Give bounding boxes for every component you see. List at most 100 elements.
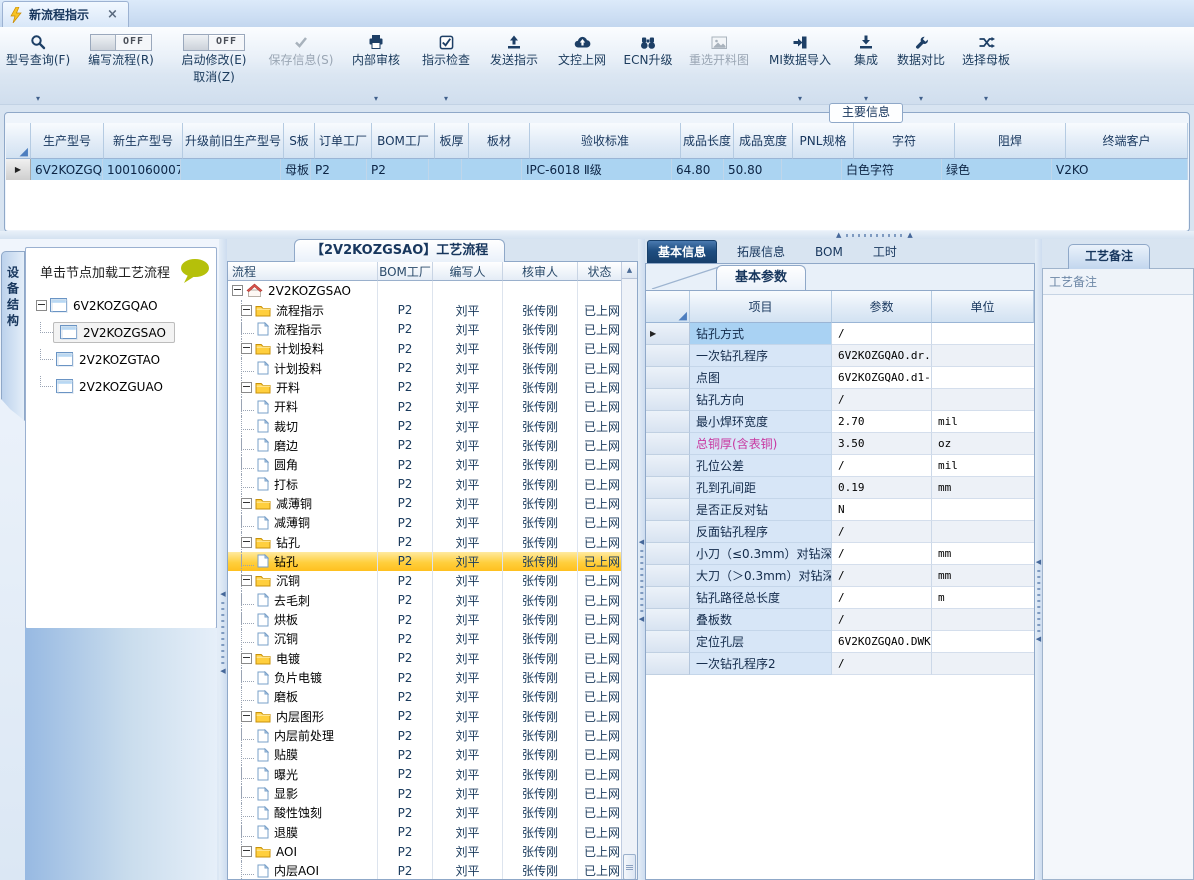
toolbar-item-7[interactable]: 发送指示 bbox=[480, 27, 548, 104]
process-row[interactable]: 2V2KOZGSAO bbox=[228, 281, 622, 301]
parameter-row[interactable]: 是否正反对钻 N bbox=[646, 499, 1034, 521]
splitter-grip[interactable] bbox=[1036, 570, 1040, 632]
toolbar-item-2[interactable]: OFF 编写流程(R) bbox=[76, 27, 166, 104]
param-col-header[interactable]: 项目 bbox=[690, 291, 832, 323]
chevron-down-icon[interactable]: ▾ bbox=[984, 95, 988, 103]
process-col-header[interactable]: 编写人 bbox=[433, 262, 503, 281]
process-row[interactable]: 烘板 P2 刘平 张传刚 已上网 bbox=[228, 609, 622, 630]
vertical-splitter-left[interactable]: ◀ ◀ bbox=[219, 239, 227, 880]
toggle-off-switch[interactable]: OFF bbox=[90, 33, 152, 51]
process-col-header[interactable]: 状态 bbox=[578, 262, 622, 281]
tab-device-structure[interactable]: 设备结构 bbox=[1, 251, 25, 421]
toolbar-item-second-label[interactable]: 取消(Z) bbox=[193, 69, 235, 85]
tab-process-notes[interactable]: 工艺备注 bbox=[1068, 244, 1151, 269]
process-notes-body[interactable] bbox=[1043, 295, 1193, 875]
tab-new-process-instruction[interactable]: 新流程指示 × bbox=[2, 1, 129, 27]
param-value-cell[interactable]: / bbox=[832, 543, 932, 565]
toolbar-item-12[interactable]: 集成 ▾ bbox=[842, 27, 890, 104]
main-grid-cell[interactable]: IPC-6018 Ⅱ级 bbox=[522, 159, 672, 180]
toolbar-item-14[interactable]: 选择母板 ▾ bbox=[952, 27, 1020, 104]
param-value-cell[interactable]: 6V2KOZGQAO.dr... bbox=[832, 345, 932, 367]
process-row[interactable]: 减薄铜 P2 刘平 张传刚 已上网 bbox=[228, 513, 622, 533]
main-grid-cell[interactable]: 10010600074340 bbox=[103, 159, 181, 180]
parameter-row[interactable]: 叠板数 / bbox=[646, 609, 1034, 631]
device-tree-node[interactable]: 6V2KOZGQAO bbox=[26, 292, 216, 319]
main-grid-col-header[interactable]: 新生产型号 bbox=[104, 123, 183, 159]
process-row[interactable]: 钻孔 P2 刘平 张传刚 已上网 bbox=[228, 551, 622, 572]
process-row[interactable]: AOI P2 刘平 张传刚 已上网 bbox=[228, 841, 622, 862]
close-icon[interactable]: × bbox=[107, 7, 118, 22]
param-value-cell[interactable]: 3.50 bbox=[832, 433, 932, 455]
tab-active-detail[interactable]: 基本信息 bbox=[647, 240, 718, 263]
toolbar-item-8[interactable]: 文控上网 bbox=[548, 27, 616, 104]
parameter-row[interactable]: 定位孔层 6V2KOZGQAO.DWK bbox=[646, 631, 1034, 653]
splitter-grip[interactable] bbox=[221, 602, 225, 664]
parameter-row[interactable]: ▶ 钻孔方式 / bbox=[646, 323, 1034, 345]
tab-process-flow[interactable]: 【2V2KOZGSAO】工艺流程 bbox=[294, 239, 506, 262]
splitter-arrow-icon[interactable]: ◀ bbox=[1036, 559, 1041, 566]
parameter-row[interactable]: 大刀（＞0.3mm）对钻深度 / mm bbox=[646, 565, 1034, 587]
process-row[interactable]: 贴膜 P2 刘平 张传刚 已上网 bbox=[228, 745, 622, 765]
main-grid-cell[interactable]: 母板 bbox=[281, 159, 311, 180]
process-row[interactable]: 去毛刺 P2 刘平 张传刚 已上网 bbox=[228, 590, 622, 610]
chevron-down-icon[interactable]: ▾ bbox=[864, 95, 868, 103]
tab-detail[interactable]: 拓展信息 bbox=[727, 241, 795, 263]
param-value-cell[interactable]: 0.19 bbox=[832, 477, 932, 499]
main-grid-col-header[interactable]: 生产型号 bbox=[31, 123, 104, 159]
main-grid-cell[interactable] bbox=[462, 159, 522, 180]
process-row[interactable]: 计划投料 P2 刘平 张传刚 已上网 bbox=[228, 339, 622, 359]
process-row[interactable]: 内层前处理 P2 刘平 张传刚 已上网 bbox=[228, 725, 622, 746]
parameter-row[interactable]: 反面钻孔程序 / bbox=[646, 521, 1034, 543]
expander-minus-icon[interactable] bbox=[241, 710, 252, 722]
expander-minus-icon[interactable] bbox=[241, 343, 252, 355]
process-row[interactable]: 负片电镀 P2 刘平 张传刚 已上网 bbox=[228, 667, 622, 688]
expander-minus-icon[interactable] bbox=[241, 536, 252, 548]
param-value-cell[interactable]: / bbox=[832, 323, 932, 345]
main-grid-cell[interactable] bbox=[782, 159, 842, 180]
splitter-arrow-icon[interactable]: ◀ bbox=[639, 616, 644, 623]
process-row[interactable]: 磨边 P2 刘平 张传刚 已上网 bbox=[228, 435, 622, 456]
selected-node-box[interactable]: 2V2KOZGSAO bbox=[53, 322, 175, 343]
param-value-cell[interactable]: 6V2KOZGQAO.d1-2 bbox=[832, 367, 932, 389]
parameter-row[interactable]: 点图 6V2KOZGQAO.d1-2 bbox=[646, 367, 1034, 389]
process-row[interactable]: 开料 P2 刘平 张传刚 已上网 bbox=[228, 377, 622, 398]
main-grid-col-header[interactable]: 订单工厂 bbox=[315, 123, 372, 159]
param-value-cell[interactable]: / bbox=[832, 609, 932, 631]
parameter-row[interactable]: 孔位公差 / mil bbox=[646, 455, 1034, 477]
scrollbar-thumb[interactable] bbox=[623, 854, 636, 879]
parameter-row[interactable]: 孔到孔间距 0.19 mm bbox=[646, 477, 1034, 499]
parameter-row[interactable]: 最小焊环宽度 2.70 mil bbox=[646, 411, 1034, 433]
splitter-arrow-icon[interactable]: ◀ bbox=[220, 591, 225, 598]
main-grid-cell[interactable]: 6V2KOZGQAO bbox=[31, 159, 103, 180]
expander-minus-icon[interactable] bbox=[241, 381, 252, 393]
param-value-cell[interactable]: N bbox=[832, 499, 932, 521]
splitter-handle[interactable]: ◀ ◀ bbox=[1036, 559, 1041, 643]
splitter-handle[interactable]: ▲ ▲ bbox=[836, 232, 913, 239]
process-row[interactable]: 圆角 P2 刘平 张传刚 已上网 bbox=[228, 455, 622, 475]
process-row[interactable]: 打标 P2 刘平 张传刚 已上网 bbox=[228, 474, 622, 494]
splitter-handle[interactable]: ◀ ◀ bbox=[220, 591, 225, 675]
param-value-cell[interactable]: / bbox=[832, 565, 932, 587]
main-grid-col-header[interactable]: 成品宽度 bbox=[734, 123, 793, 159]
device-tree-node[interactable]: 2V2KOZGTAO bbox=[26, 346, 216, 373]
splitter-grip[interactable] bbox=[639, 550, 643, 612]
main-grid-cell[interactable]: V2KO bbox=[1052, 159, 1188, 180]
main-grid-cell[interactable] bbox=[429, 159, 462, 180]
device-tree-node[interactable]: 2V2KOZGSAO bbox=[26, 319, 216, 346]
process-row[interactable]: 钻孔 P2 刘平 张传刚 已上网 bbox=[228, 532, 622, 552]
toolbar-item-3[interactable]: OFF 启动修改(E) 取消(Z) bbox=[166, 27, 262, 104]
tab-detail[interactable]: 工时 bbox=[863, 241, 907, 263]
process-row[interactable]: 沉铜 P2 刘平 张传刚 已上网 bbox=[228, 571, 622, 591]
tab-basic-parameters[interactable]: 基本参数 bbox=[716, 265, 807, 290]
chevron-down-icon[interactable]: ▾ bbox=[36, 95, 40, 103]
vertical-scrollbar[interactable]: ▲ bbox=[621, 262, 637, 879]
parameter-row[interactable]: 小刀（≤0.3mm）对钻深度 / mm bbox=[646, 543, 1034, 565]
process-col-header[interactable]: BOM工厂 bbox=[378, 262, 433, 281]
process-row[interactable]: 减薄铜 P2 刘平 张传刚 已上网 bbox=[228, 493, 622, 514]
splitter-arrow-icon[interactable]: ▲ bbox=[907, 232, 912, 239]
main-grid-col-header[interactable]: 升级前旧生产型号 bbox=[183, 123, 284, 159]
chevron-down-icon[interactable]: ▾ bbox=[374, 95, 378, 103]
parameter-row[interactable]: 总铜厚(含表铜) 3.50 oz bbox=[646, 433, 1034, 455]
expander-minus-icon[interactable] bbox=[241, 846, 252, 858]
tab-detail[interactable]: BOM bbox=[805, 241, 853, 263]
